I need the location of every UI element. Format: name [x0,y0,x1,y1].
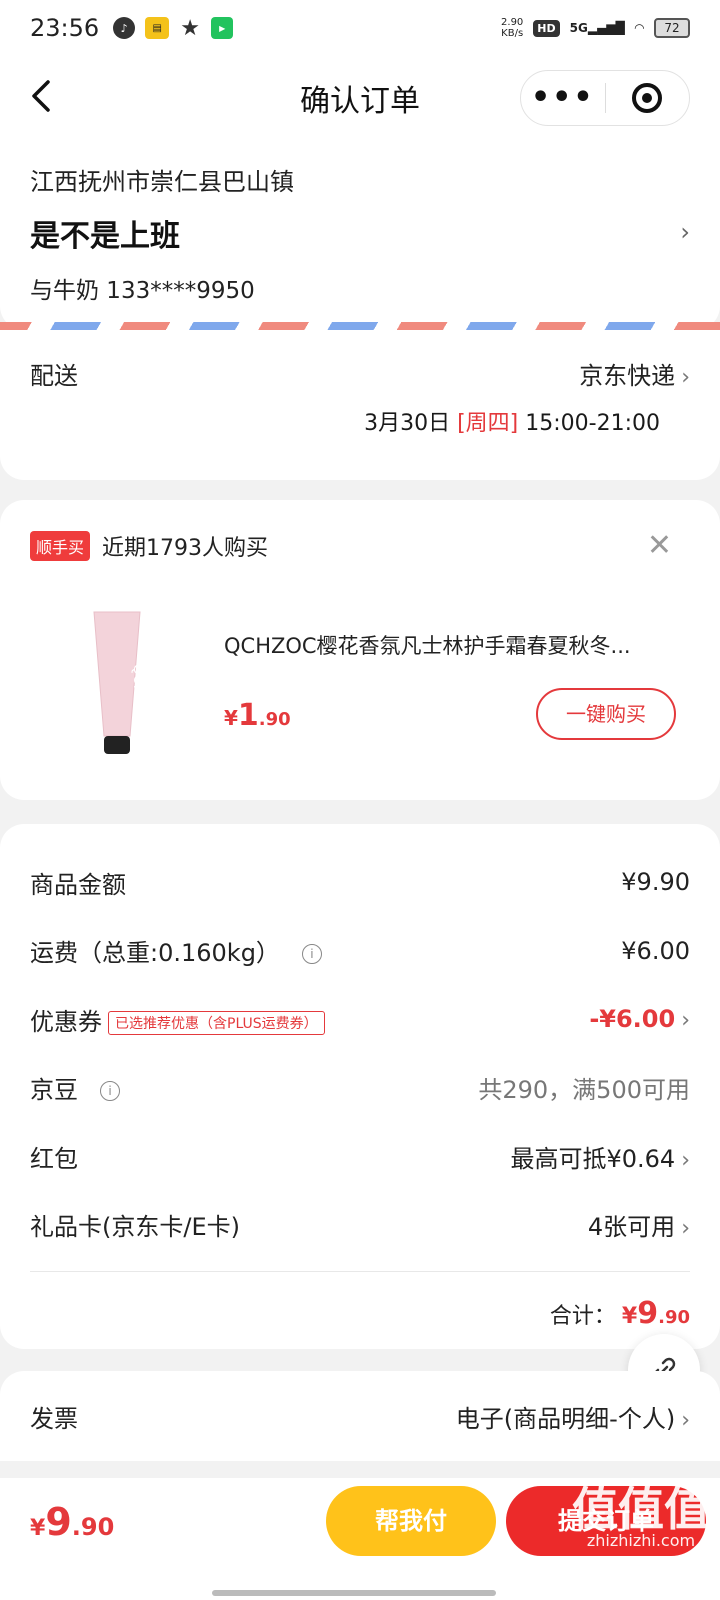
coupon-tag: 已选推荐优惠（含PLUS运费券） [108,1010,325,1035]
one-click-buy-button[interactable]: 一键购买 [536,688,676,740]
music-app-icon: ♪ [113,17,136,39]
product-name[interactable]: QCHZOC樱花香氛凡士林护手霜春夏秋冬... [224,630,674,660]
giftcard-value: 4张可用 [587,1213,676,1242]
total-label: 合计： [549,1304,616,1329]
goods-amount-value: ¥9.90 [621,868,690,897]
divider [30,1271,690,1272]
chevron-right-icon: › [681,1407,690,1433]
mini-program-capsule: ••• [520,70,690,126]
iqiyi-icon: ▶ [211,17,234,39]
star-icon: ★ [180,15,201,41]
wifi-icon: ◠ [634,21,644,35]
delivery-label: 配送 [30,362,78,390]
help-me-pay-button[interactable]: 帮我付 [326,1486,496,1556]
info-icon[interactable]: i [301,944,322,965]
chevron-left-icon[interactable] [22,76,62,116]
delivery-row: 配送 京东快递 › [30,356,690,391]
battery-icon: 72 [654,18,690,38]
chevron-right-icon: › [681,1147,690,1173]
network-speed: 2.90 KB/s [501,17,524,39]
signal-5g-icon: 5G▂▄▆█ [569,21,625,35]
hongbao-row[interactable]: 红包 最高可抵¥0.64 › [30,1122,690,1191]
delivery-time: 3月30日 [周四] 15:00-21:00 [364,411,660,436]
product-image[interactable]: QCHZOC [70,608,180,758]
close-icon[interactable]: ✕ [647,528,672,563]
giftcard-row[interactable]: 礼品卡(京东卡/E卡) 4张可用 › [30,1191,690,1260]
status-app-icons: ♪ ▤ ★ ▶ [113,15,234,41]
invoice-value: 电子(商品明细-个人) [455,1404,676,1433]
total-row: 合计： ¥9.90 [30,1296,690,1331]
coupon-row[interactable]: 优惠券 已选推荐优惠（含PLUS运费券） -¥6.00 › [30,985,690,1054]
recommend-header: 顺手买 近期1793人购买 [30,530,690,562]
hd-icon: HD [533,19,560,37]
recommend-tag: 顺手买 [30,531,91,561]
address-detail: 是不是上班 [30,219,180,254]
status-right: 2.90 KB/s HD 5G▂▄▆█ ◠ 72 [501,17,690,39]
address-contact: 与牛奶 133****9950 [30,278,255,304]
total-value: ¥9.90 [621,1296,690,1331]
delivery-card[interactable]: 配送 京东快递 › 3月30日 [周四] 15:00-21:00 [0,330,720,480]
chevron-right-icon: › [681,1216,690,1242]
target-icon [632,83,663,113]
page-title: 确认订单 [300,84,420,119]
close-miniprogram-button[interactable] [606,83,690,113]
recommend-card: 顺手买 近期1793人购买 ✕ QCHZOC QCHZOC樱花香氛凡士林护手霜春… [0,500,720,800]
invoice-label: 发票 [30,1404,78,1433]
price-summary-card: 商品金额 ¥9.90 运费（总重:0.160kg） i ¥6.00 优惠券 已选推荐… [0,824,720,1349]
more-button[interactable]: ••• [521,70,605,126]
coupon-value: -¥6.00 [589,1005,676,1034]
envelope-stripe [0,322,720,330]
nav-bar: 确认订单 ••• [0,56,720,140]
freight-value: ¥6.00 [621,936,690,965]
product-price: ¥1.90 [224,698,291,733]
status-time: 23:56 [30,14,100,42]
delivery-carrier: 京东快递 › [579,362,690,390]
bottom-total-price: ¥9.90 [30,1500,115,1544]
jingdou-value: 共290，满500可用 [478,1076,690,1105]
invoice-card[interactable]: 发票 电子(商品明细-个人) › [0,1371,720,1461]
chevron-right-icon: › [680,218,690,246]
app-square-icon: ▤ [145,17,170,39]
address-card[interactable]: 江西抚州市崇仁县巴山镇 是不是上班 与牛奶 133****9950 › [0,140,720,330]
recommend-title: 近期1793人购买 [102,536,269,561]
chevron-right-icon: › [681,1008,690,1034]
jingdou-row: 京豆 i 共290，满500可用 [30,1054,690,1123]
svg-text:QCHZOC: QCHZOC [131,664,147,725]
info-icon[interactable]: i [100,1081,120,1102]
delivery-weekday: [周四] [457,411,519,436]
goods-amount-row: 商品金额 ¥9.90 [30,868,690,899]
status-bar: 23:56 ♪ ▤ ★ ▶ 2.90 KB/s HD 5G▂▄▆█ ◠ 72 [0,0,720,56]
watermark: 值值值 zhizhizhi.com [572,1482,710,1550]
chevron-right-icon: › [681,365,690,390]
address-region: 江西抚州市崇仁县巴山镇 [30,168,294,196]
freight-row: 运费（总重:0.160kg） i ¥6.00 [30,936,690,968]
hongbao-value: 最高可抵¥0.64 [510,1144,676,1173]
home-indicator[interactable] [212,1590,496,1596]
